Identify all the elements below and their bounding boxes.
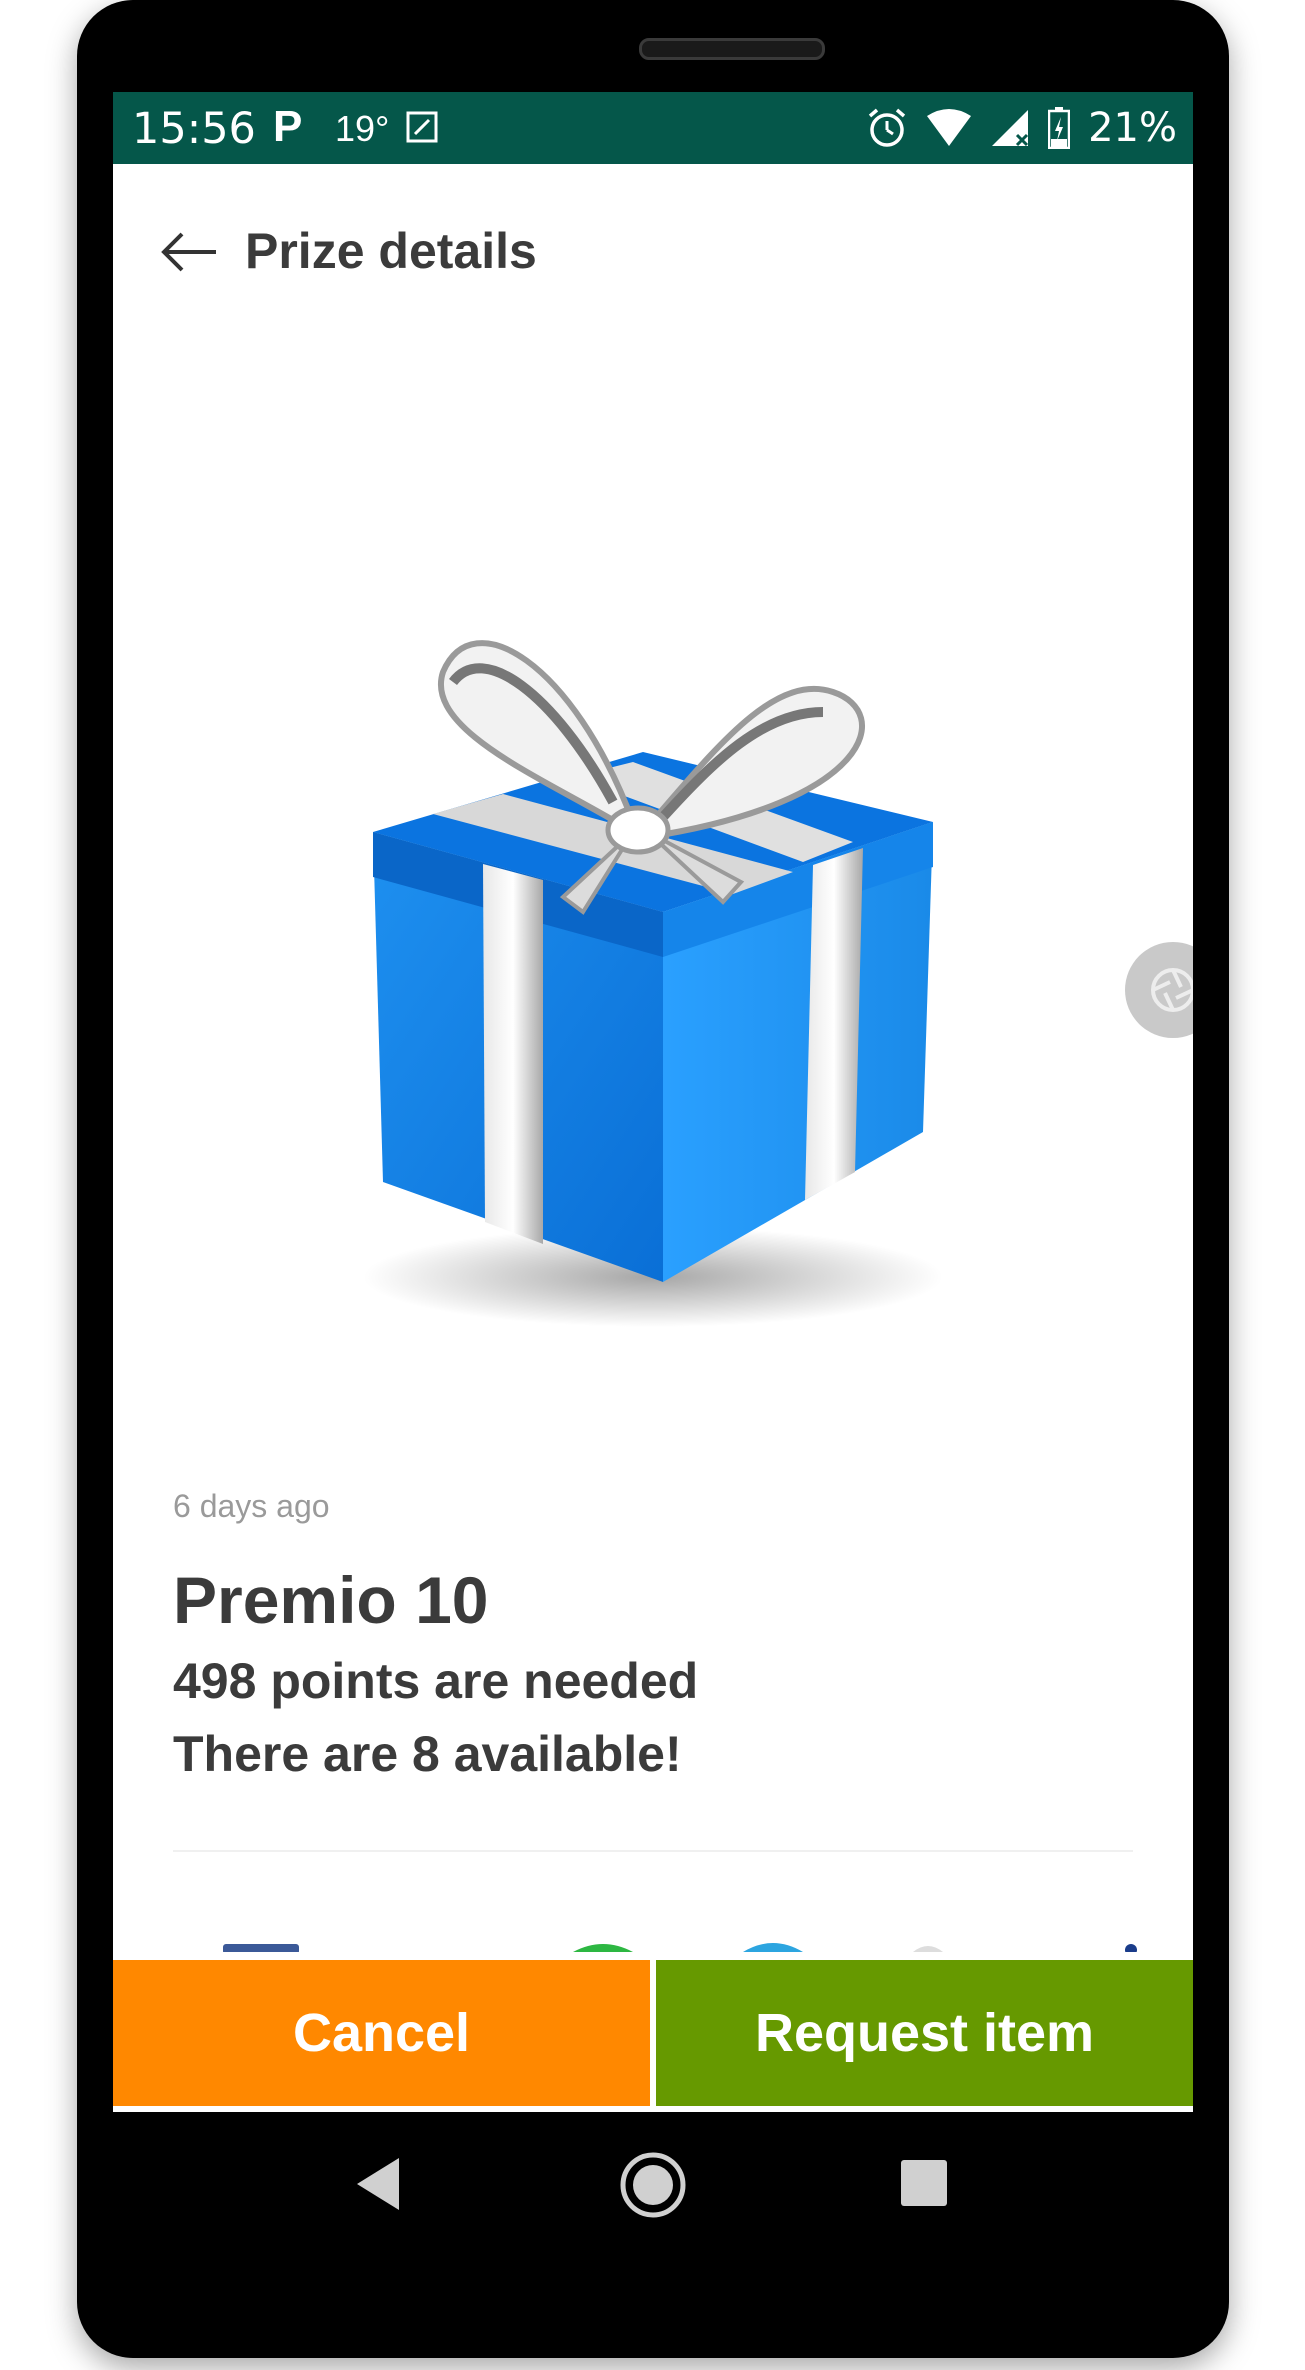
floating-capture-button[interactable]: [1125, 942, 1193, 1038]
cancel-button[interactable]: Cancel: [113, 1960, 650, 2106]
divider: [173, 1850, 1133, 1852]
status-p-icon: P: [273, 102, 303, 151]
nav-home-icon[interactable]: [618, 2150, 688, 2220]
share-icons-row: [223, 1943, 1137, 1952]
edit-icon: [406, 111, 438, 143]
request-item-button[interactable]: Request item: [656, 1960, 1193, 2106]
points-needed: 498 points are needed: [173, 1653, 699, 1709]
status-time: 15:56: [132, 104, 256, 154]
action-buttons: Cancel Request item: [113, 1960, 1193, 2106]
app-bar: Prize details: [113, 164, 1193, 340]
back-button[interactable]: [153, 216, 225, 288]
phone-speaker: [639, 38, 825, 60]
battery-icon: [1048, 107, 1071, 149]
arrow-left-icon: [161, 232, 216, 272]
screen: 15:56 P 19° 21% Prize details 6 days ago…: [113, 92, 1193, 2112]
availability-text: There are 8 available!: [173, 1726, 682, 1782]
navigation-bar: [113, 2112, 1193, 2252]
prize-name: Premio 10: [173, 1563, 489, 1637]
status-right-group: 21%: [866, 102, 1177, 154]
posted-time: 6 days ago: [173, 1488, 330, 1524]
signal-icon: [992, 110, 1029, 147]
status-temperature: 19°: [335, 108, 390, 149]
battery-percent: 21%: [1088, 105, 1177, 151]
wifi-icon: [927, 109, 972, 146]
page-title: Prize details: [245, 223, 537, 279]
nav-back-icon[interactable]: [353, 2156, 403, 2212]
page: 15:56 P 19° 21% Prize details 6 days ago…: [0, 0, 1305, 2370]
nav-recent-icon[interactable]: [899, 2158, 949, 2208]
gift-box-icon: [363, 640, 943, 1327]
status-bar: 15:56 P 19° 21%: [113, 92, 1193, 164]
camera-shutter-icon: [1151, 968, 1193, 1012]
alarm-icon: [868, 108, 906, 147]
